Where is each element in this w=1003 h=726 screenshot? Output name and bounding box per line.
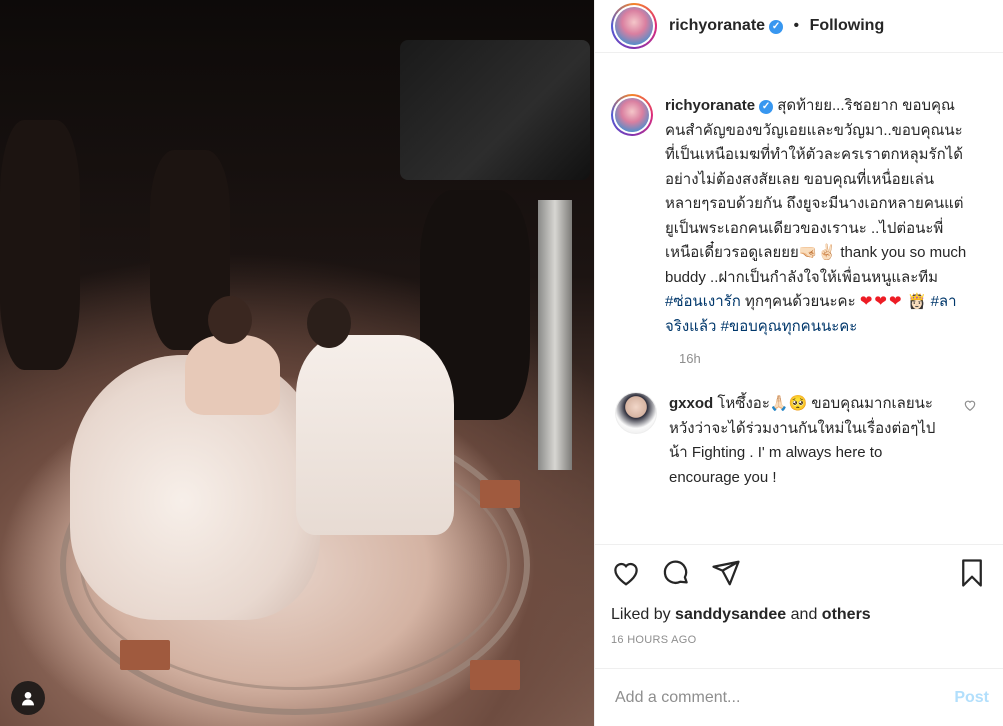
heart-icon bbox=[614, 562, 638, 586]
commenter-username[interactable]: gxxod bbox=[669, 395, 713, 412]
verified-icon: ✓ bbox=[759, 100, 774, 115]
liked-by: Liked by sanddysandee and others bbox=[611, 606, 987, 624]
comment-text: gxxod โหซึ้งอะ🙏🏻🥺 ขอบคุณมากเลยนะหวังว่าจ… bbox=[669, 392, 939, 490]
liked-others-link[interactable]: others bbox=[822, 606, 871, 623]
post-header: richyoranate ✓ • Following bbox=[595, 0, 1003, 53]
share-icon bbox=[712, 560, 740, 586]
like-button[interactable] bbox=[611, 558, 641, 588]
caption-text-part: สุดท้ายย...ริชอยาก ขอบคุณคนสำคัญของขวัญเ… bbox=[665, 97, 967, 286]
bride-back bbox=[185, 335, 280, 415]
bride-head bbox=[208, 296, 252, 344]
comment-input[interactable] bbox=[615, 688, 955, 707]
add-comment-bar: Post bbox=[595, 668, 1003, 726]
author-username[interactable]: richyoranate bbox=[669, 17, 765, 34]
caption-username[interactable]: richyoranate bbox=[665, 97, 755, 114]
small-heart-icon[interactable] bbox=[963, 398, 977, 412]
caption-text: richyoranate ✓ สุดท้ายย...ริชอยาก ขอบคุณค… bbox=[665, 94, 970, 339]
liked-by-user[interactable]: sanddysandee bbox=[675, 606, 786, 623]
hashtag-link[interactable]: #ขอบคุณทุกคนนะคะ bbox=[721, 318, 858, 335]
liked-by-prefix: Liked by bbox=[611, 606, 676, 623]
hashtag-link[interactable]: #ซ่อนเงารัก bbox=[665, 293, 741, 310]
save-button[interactable] bbox=[957, 558, 987, 588]
tagged-users-button[interactable] bbox=[11, 681, 45, 715]
groom-suit bbox=[296, 335, 454, 535]
post-side-panel: richyoranate ✓ • Following richyoranate ✓ … bbox=[594, 0, 1003, 726]
following-button[interactable]: Following bbox=[810, 17, 885, 34]
bookmark-icon bbox=[962, 559, 982, 587]
liked-and: and bbox=[786, 606, 822, 623]
caption-time[interactable]: 16h bbox=[679, 351, 985, 366]
post-timestamp[interactable]: 16 HOURS AGO bbox=[611, 634, 987, 646]
verified-icon: ✓ bbox=[769, 19, 784, 34]
groom-head bbox=[307, 298, 351, 348]
sandbag bbox=[470, 660, 520, 690]
commenter-avatar[interactable] bbox=[615, 392, 657, 434]
post-comment-button[interactable]: Post bbox=[954, 689, 989, 707]
crew-member bbox=[0, 120, 80, 370]
share-button[interactable] bbox=[711, 558, 741, 588]
caption-text-part: ทุกๆคนด้วยนะคะ bbox=[740, 293, 860, 310]
emoji: 👸🏻 bbox=[907, 293, 927, 310]
camera-rig bbox=[400, 40, 590, 180]
sandbag bbox=[120, 640, 170, 670]
caption: richyoranate ✓ สุดท้ายย...ริชอยาก ขอบคุณค… bbox=[611, 94, 985, 339]
separator-dot: • bbox=[793, 17, 800, 34]
post-actions: Liked by sanddysandee and others 16 HOUR… bbox=[595, 544, 1003, 668]
hearts-emoji: ❤❤❤ bbox=[859, 293, 904, 310]
comment-button[interactable] bbox=[661, 558, 691, 588]
comments-list[interactable]: richyoranate ✓ สุดท้ายย...ริชอยาก ขอบคุณค… bbox=[595, 54, 1003, 544]
camera-pole bbox=[538, 200, 572, 470]
comment-item: gxxod โหซึ้งอะ🙏🏻🥺 ขอบคุณมากเลยนะหวังว่าจ… bbox=[611, 392, 985, 490]
caption-avatar[interactable] bbox=[611, 94, 653, 136]
author-avatar[interactable] bbox=[611, 3, 657, 49]
comment-icon bbox=[663, 560, 688, 584]
sandbag bbox=[480, 480, 520, 508]
user-icon bbox=[22, 692, 34, 706]
post-photo[interactable] bbox=[0, 0, 594, 726]
